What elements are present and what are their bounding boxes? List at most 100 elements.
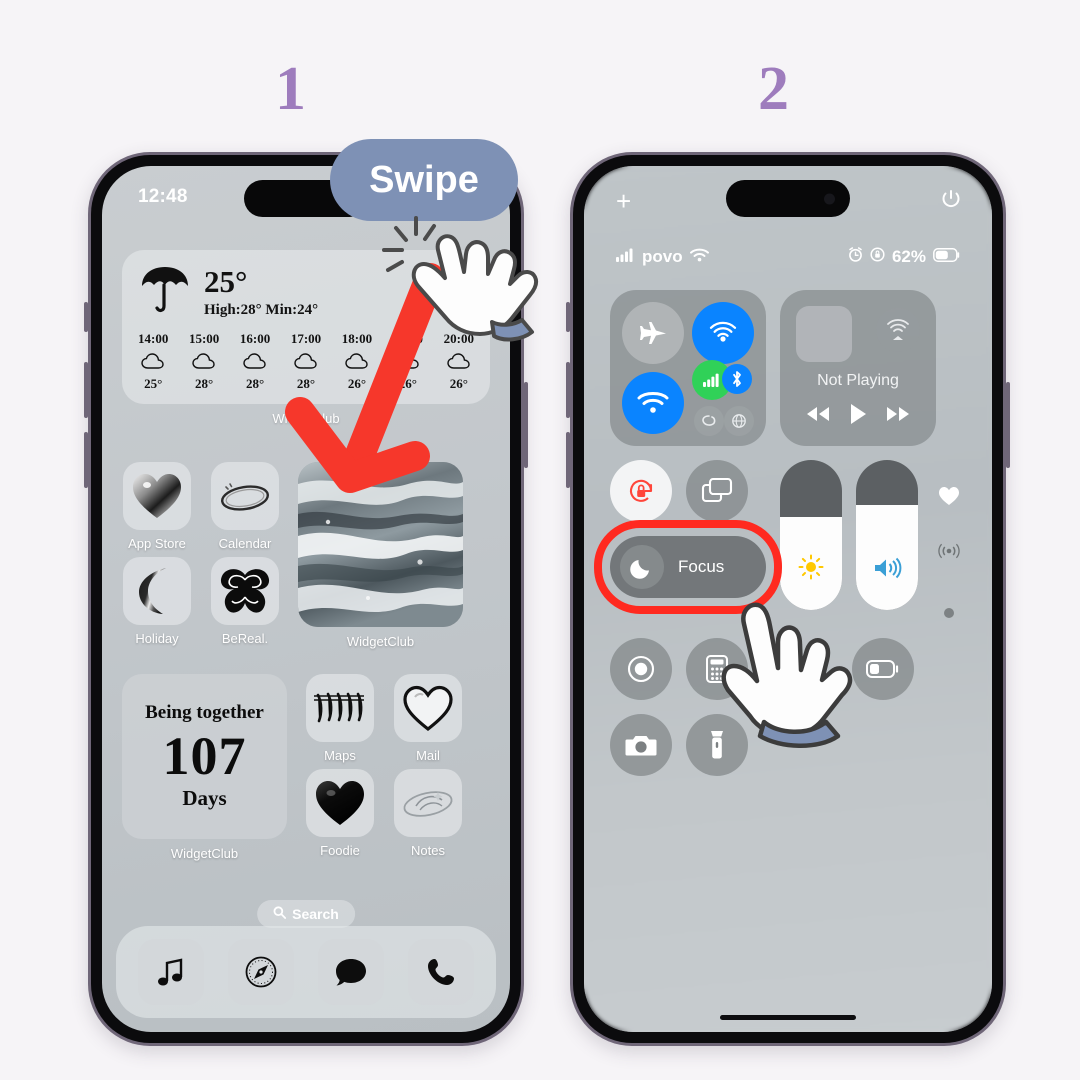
counter-title: Being together bbox=[145, 701, 264, 723]
app-icon-calendar[interactable]: Calendar bbox=[210, 462, 280, 551]
speaker-icon bbox=[856, 556, 918, 580]
camera-button[interactable] bbox=[610, 714, 672, 776]
home-indicator bbox=[720, 1015, 856, 1020]
phone-icon[interactable] bbox=[408, 939, 474, 1005]
app-icon-mail[interactable]: Mail bbox=[393, 674, 463, 763]
app-icon-notes[interactable]: Notes bbox=[393, 769, 463, 858]
status-time: 12:48 bbox=[138, 186, 188, 207]
cc-side-icons bbox=[938, 460, 960, 624]
focus-button[interactable]: Focus bbox=[594, 520, 782, 614]
power-icon[interactable] bbox=[940, 188, 962, 215]
cellular-bars-icon bbox=[616, 247, 635, 267]
control-center-status: povo 62% bbox=[584, 246, 992, 268]
battery-percent: 62% bbox=[891, 247, 926, 266]
volume-up-button[interactable] bbox=[84, 362, 88, 418]
brightness-slider[interactable] bbox=[780, 460, 842, 610]
app-icon-foodie[interactable]: Foodie bbox=[305, 769, 375, 858]
safari-icon[interactable] bbox=[228, 939, 294, 1005]
app-label: BeReal. bbox=[221, 631, 269, 646]
personal-hotspot-button[interactable] bbox=[694, 406, 724, 436]
tutorial-stage: 1 2 12:48 25° High:28° Min:24° 14:00 25°… bbox=[0, 0, 1080, 1080]
chrome-heart-icon bbox=[123, 462, 191, 530]
widget-label: WidgetClub bbox=[170, 846, 239, 861]
dock bbox=[116, 926, 496, 1018]
plus-icon[interactable]: + bbox=[616, 188, 631, 214]
app-label: App Store bbox=[128, 536, 186, 551]
airdrop-button[interactable] bbox=[692, 302, 754, 364]
wifi-icon bbox=[689, 247, 709, 267]
volume-down-button[interactable] bbox=[566, 432, 570, 488]
shazam-icon[interactable] bbox=[943, 606, 955, 624]
forecast-hour: 14:00 25° bbox=[138, 331, 168, 392]
outline-heart-icon bbox=[394, 674, 462, 742]
search-label: Search bbox=[292, 906, 339, 922]
wifi-button[interactable] bbox=[622, 372, 684, 434]
mute-switch[interactable] bbox=[566, 302, 570, 332]
power-button[interactable] bbox=[524, 382, 528, 468]
app-row: Maps Mail bbox=[305, 674, 463, 763]
cc-left-column: Focus bbox=[594, 460, 782, 614]
mute-switch[interactable] bbox=[84, 302, 88, 332]
forecast-time: 16:00 bbox=[239, 331, 271, 346]
chrome-swirl-icon bbox=[394, 769, 462, 837]
cloud-icon bbox=[243, 353, 267, 370]
bluetooth-button[interactable] bbox=[722, 364, 752, 394]
album-art-placeholder bbox=[796, 306, 852, 362]
app-icon-holiday[interactable]: Holiday bbox=[122, 557, 192, 646]
app-row: App Store Calendar bbox=[122, 462, 280, 551]
counter-card: Being together 107 Days bbox=[122, 674, 287, 839]
umbrella-icon bbox=[138, 264, 192, 314]
app-label: Notes bbox=[411, 843, 445, 858]
forecast-temp: 28° bbox=[245, 376, 265, 391]
forecast-temp: 28° bbox=[195, 376, 214, 391]
app-icon-maps[interactable]: Maps bbox=[305, 674, 375, 763]
hearing-icon[interactable] bbox=[938, 541, 960, 566]
screen-mirroring-button[interactable] bbox=[686, 460, 748, 522]
app-row: Foodie Notes bbox=[305, 769, 463, 858]
cloud-icon bbox=[192, 353, 216, 370]
app-icon-bereal[interactable]: BeReal. bbox=[210, 557, 280, 646]
carrier-name: povo bbox=[642, 247, 683, 266]
front-camera bbox=[824, 193, 835, 204]
alarm-icon bbox=[848, 247, 863, 267]
airplay-icon[interactable] bbox=[876, 308, 920, 352]
app-label: Calendar bbox=[218, 536, 272, 551]
volume-down-button[interactable] bbox=[84, 432, 88, 488]
cc-sliders bbox=[780, 460, 918, 610]
messages-icon[interactable] bbox=[318, 939, 384, 1005]
airplane-mode-button[interactable] bbox=[622, 302, 684, 364]
cc-toggle-pair bbox=[610, 460, 766, 522]
rewind-icon[interactable] bbox=[805, 405, 831, 428]
app-label: Maps bbox=[324, 748, 356, 763]
hand-cursor-swipe bbox=[404, 214, 556, 346]
forecast-temp: 25° bbox=[144, 376, 163, 391]
app-label: Holiday bbox=[135, 631, 179, 646]
step-number-1: 1 bbox=[275, 55, 306, 123]
cc-top-row: Not Playing bbox=[610, 290, 966, 446]
search-pill[interactable]: Search bbox=[257, 900, 355, 928]
volume-slider[interactable] bbox=[856, 460, 918, 610]
app-label: Mail bbox=[416, 748, 440, 763]
screen-record-button[interactable] bbox=[610, 638, 672, 700]
counter-unit: Days bbox=[182, 786, 227, 811]
music-icon[interactable] bbox=[138, 939, 204, 1005]
play-icon[interactable] bbox=[848, 403, 868, 430]
heart-icon[interactable] bbox=[938, 486, 960, 511]
rotation-lock-icon bbox=[870, 247, 885, 267]
rotation-lock-button[interactable] bbox=[610, 460, 672, 522]
vpn-button[interactable] bbox=[724, 406, 754, 436]
media-tile[interactable]: Not Playing bbox=[780, 290, 936, 446]
app-row: Holiday BeReal. bbox=[122, 557, 280, 646]
widget-counter[interactable]: Being together 107 Days WidgetClub bbox=[122, 674, 287, 864]
volume-up-button[interactable] bbox=[566, 362, 570, 418]
sun-icon bbox=[780, 554, 842, 580]
widget-label: WidgetClub bbox=[346, 634, 415, 649]
search-icon bbox=[273, 906, 287, 922]
forward-icon[interactable] bbox=[885, 405, 911, 428]
media-controls bbox=[780, 403, 936, 430]
app-icon-app-store[interactable]: App Store bbox=[122, 462, 192, 551]
power-button[interactable] bbox=[1006, 382, 1010, 468]
forecast-hour: 15:00 28° bbox=[189, 331, 219, 392]
black-heart-icon bbox=[306, 769, 374, 837]
hand-cursor-tap bbox=[712, 598, 862, 750]
